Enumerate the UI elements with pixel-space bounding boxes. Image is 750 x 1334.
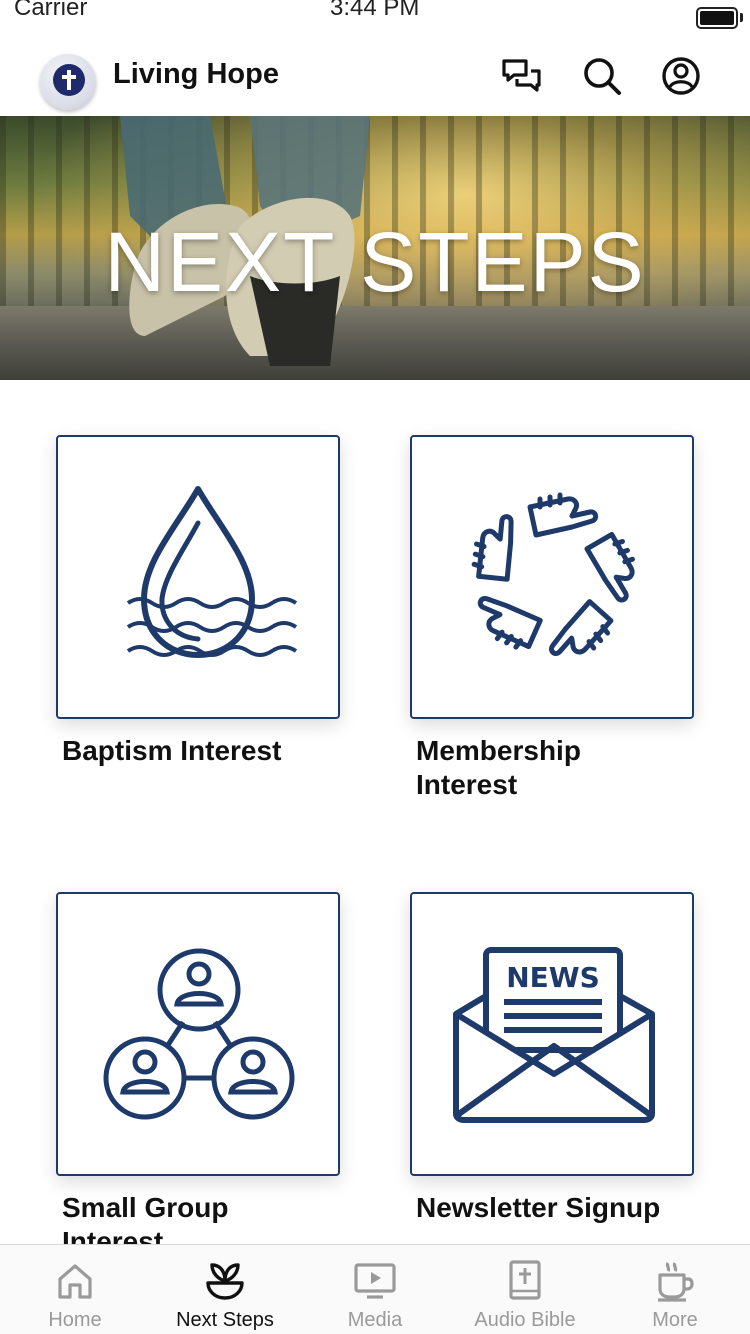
baptism-interest-label[interactable]: Baptism Interest [62,734,362,768]
news-icon-text: NEWS [506,961,600,994]
tab-audio-bible-label: Audio Bible [474,1309,576,1331]
sprout-icon [200,1257,250,1303]
app-title: Living Hope [113,58,279,90]
hero-title: NEXT STEPS [104,215,646,309]
membership-interest-card[interactable] [410,435,694,719]
newsletter-envelope-icon: NEWS [453,947,655,1123]
search-icon[interactable] [580,54,624,98]
account-icon[interactable] [659,54,703,98]
tab-home-label: Home [48,1309,102,1331]
small-group-interest-card[interactable] [56,892,340,1176]
tab-media[interactable]: Media [300,1245,450,1334]
app-header: Living Hope [0,34,750,116]
tab-more-label: More [652,1309,698,1331]
tab-audio-bible[interactable]: Audio Bible [450,1245,600,1334]
coffee-cup-icon [650,1257,700,1303]
home-icon [50,1257,100,1303]
hero-banner: NEXT STEPS [0,116,750,380]
status-time: 3:44 PM [330,0,420,21]
membership-interest-label[interactable]: Membership Interest [416,734,716,802]
tab-media-label: Media [347,1309,403,1331]
battery-nub [740,13,743,22]
media-play-icon [350,1257,400,1303]
bottom-tab-bar: Home Next Steps Media Audio Bible More [0,1244,750,1334]
water-drop-icon [126,486,298,658]
joined-hands-icon [471,492,635,656]
small-group-interest-label[interactable]: Small Group Interest [62,1191,362,1244]
baptism-interest-card[interactable] [56,435,340,719]
newsletter-signup-label[interactable]: Newsletter Signup [416,1191,716,1225]
group-network-icon [103,948,295,1120]
battery-icon [696,7,738,29]
chat-icon[interactable] [499,54,543,98]
status-bar: Carrier 3:44 PM [0,0,750,34]
tab-next-steps[interactable]: Next Steps [150,1245,300,1334]
tab-more[interactable]: More [600,1245,750,1334]
newsletter-signup-card[interactable]: NEWS [410,892,694,1176]
carrier-label: Carrier [14,0,88,21]
bible-icon [500,1257,550,1303]
tab-home[interactable]: Home [0,1245,150,1334]
church-logo-icon[interactable] [40,54,96,110]
tab-next-steps-label: Next Steps [176,1309,274,1331]
